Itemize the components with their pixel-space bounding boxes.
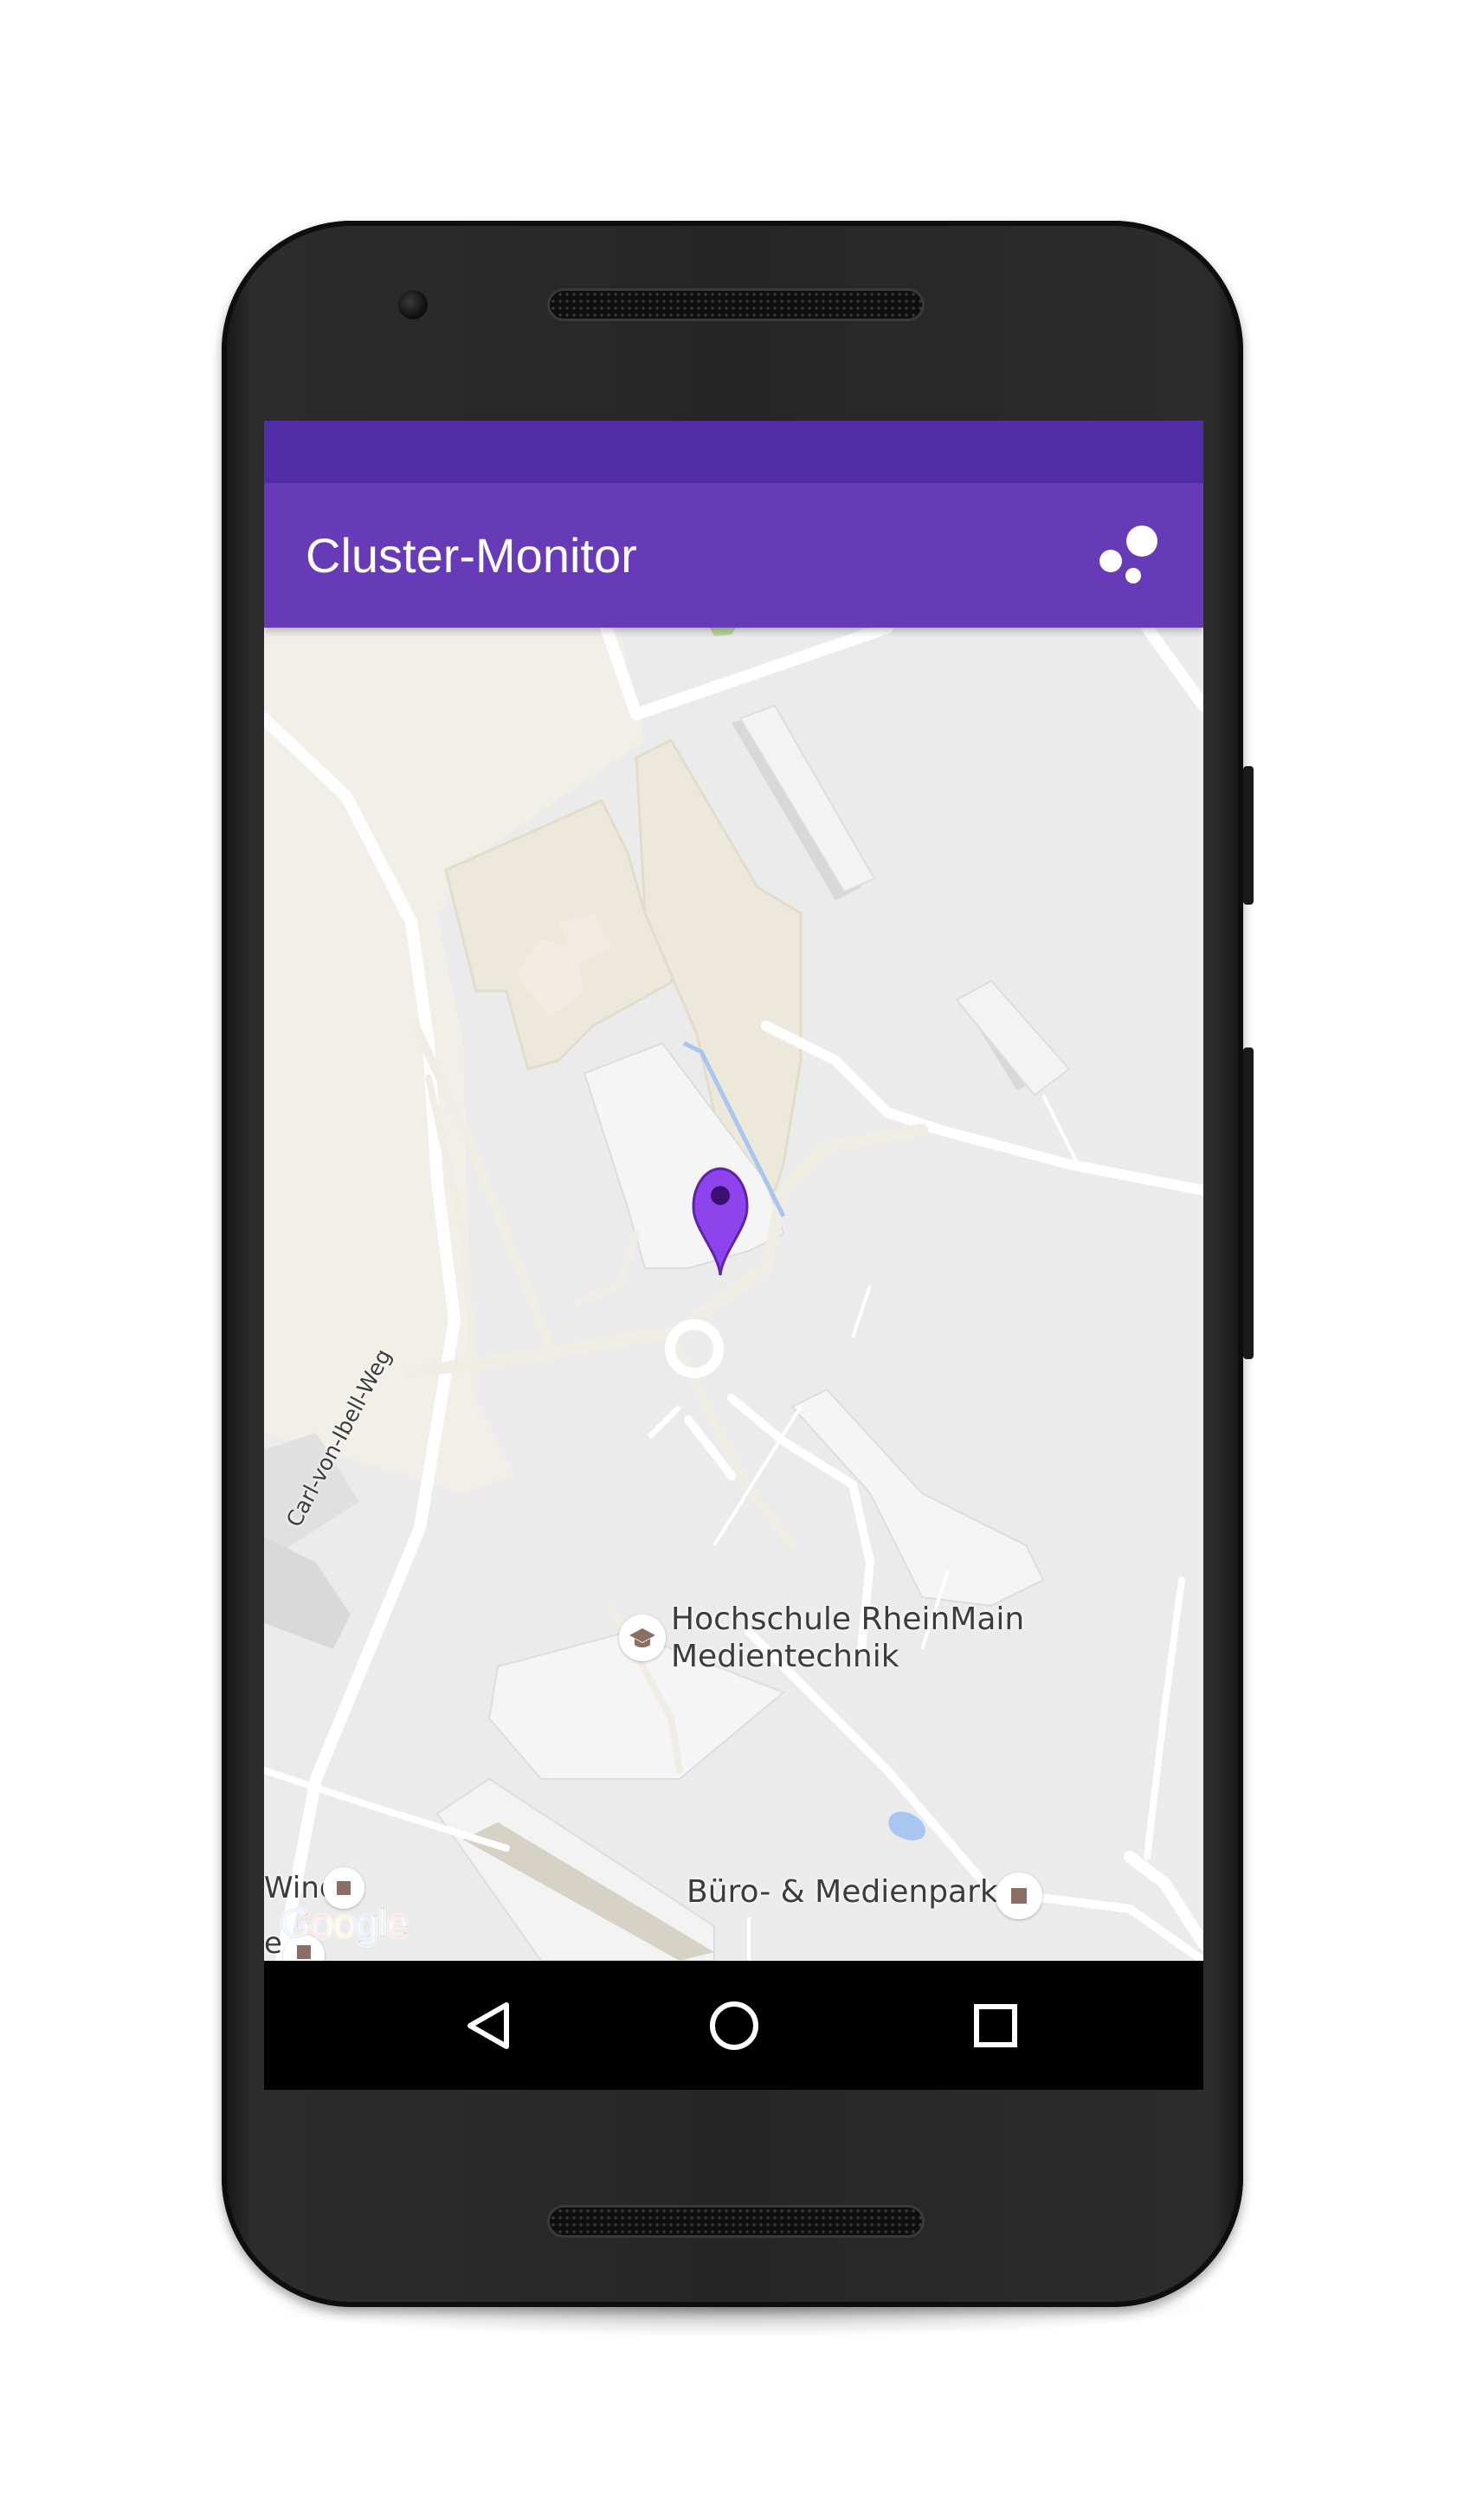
google-attribution[interactable]: Google [280,1900,409,1948]
location-pin-icon[interactable] [690,1164,751,1277]
phone-screen: Cluster-Monitor Carl-von-Ibell-Weg Hochs… [264,421,1203,2090]
hochschule-label-line1: Hochschule RheinMain [671,1602,1025,1637]
front-camera [398,290,428,319]
buero-label: Büro- & Medienpark [687,1874,998,1910]
cluster-dots-icon[interactable] [1095,522,1164,591]
back-triangle-icon[interactable] [437,1974,541,2078]
power-button [1243,766,1254,905]
bottom-speaker-grille [550,2207,922,2235]
recents-square-icon[interactable] [944,1974,1048,2078]
business-poi-icon[interactable] [996,1872,1042,1919]
volume-button [1243,1047,1254,1359]
top-speaker-grille [550,291,922,319]
app-title: Cluster-Monitor [306,528,637,583]
navigation-bar [264,1961,1203,2090]
map-view[interactable]: Carl-von-Ibell-Weg Hochschule RheinMain … [264,628,1203,1961]
home-circle-icon[interactable] [682,1974,786,2078]
hochschule-label-line2: Medientechnik [671,1639,899,1674]
map-canvas [264,628,1203,1961]
status-bar [264,421,1203,483]
school-poi-icon[interactable] [619,1614,666,1661]
app-bar: Cluster-Monitor [264,483,1203,628]
google-logo-text: Google [280,1901,409,1947]
